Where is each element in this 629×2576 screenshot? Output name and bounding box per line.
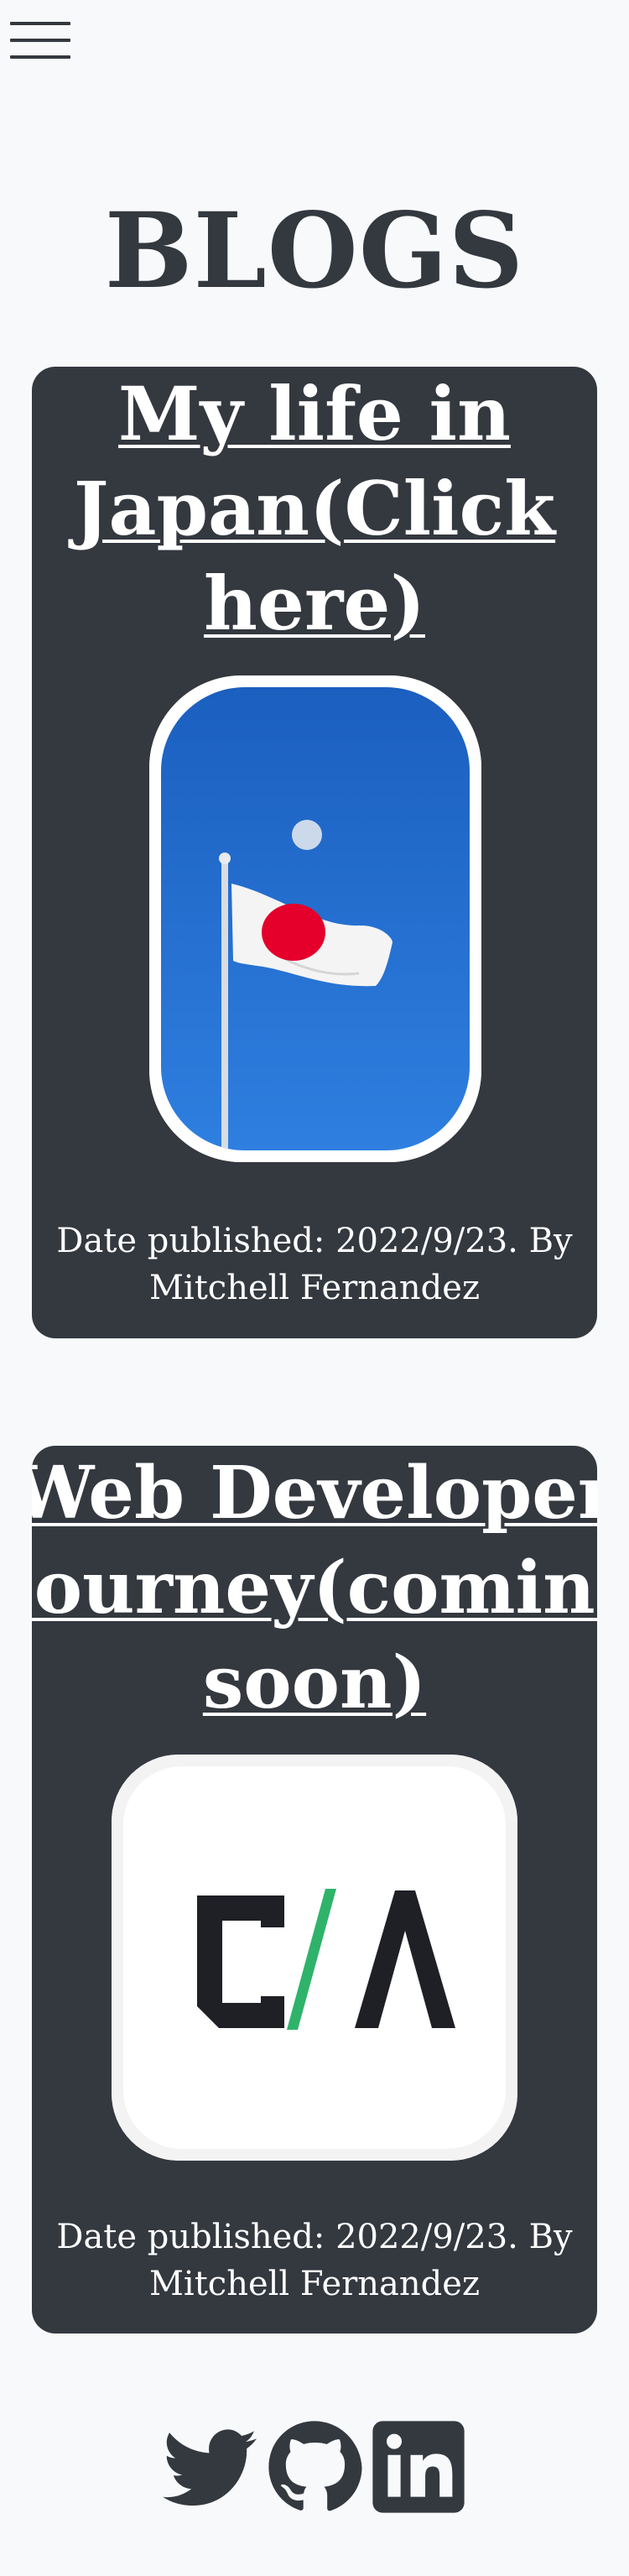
publish-date: Date published: 2022/9/23. By [56, 2218, 573, 2256]
twitter-icon [163, 2429, 257, 2506]
publish-author: Mitchell Fernandez [148, 2265, 481, 2303]
social-links [0, 2417, 629, 2517]
flag-red-circle-shape [262, 904, 325, 961]
blog-publish-info: Date published: 2022/9/23. By Mitchell F… [32, 1218, 597, 1311]
blog-image-japan-flag [149, 675, 481, 1162]
linkedin-link[interactable] [371, 2419, 466, 2515]
blog-title-link[interactable]: Web Developer Journey(coming soon) [32, 1446, 597, 1730]
blog-title-line: here) [204, 560, 425, 647]
publish-date: Date published: 2022/9/23. By [56, 1222, 573, 1260]
hamburger-line [10, 39, 70, 42]
hamburger-line [10, 22, 70, 25]
blog-image-ca-logo [112, 1755, 517, 2161]
blog-publish-info: Date published: 2022/9/23. By Mitchell F… [32, 2214, 597, 2307]
japan-flag-photo [149, 675, 481, 1162]
flagpole-shape [221, 860, 228, 1150]
blog-title-line: Journey(coming [32, 1546, 597, 1630]
blog-card-japan: My life in Japan(Click here) Date publis… [32, 367, 597, 1338]
github-link[interactable] [267, 2419, 362, 2515]
ca-logo-icon [112, 1755, 517, 2161]
publish-author: Mitchell Fernandez [148, 1269, 481, 1307]
hamburger-line [10, 55, 70, 59]
page-title: BLOGS [104, 190, 525, 312]
linkedin-icon [372, 2421, 465, 2513]
blog-title-line: Japan(Click [73, 465, 556, 552]
blog-title-line: Web Developer [32, 1451, 597, 1536]
moon-shape [292, 820, 322, 850]
blog-title-line: soon) [202, 1640, 427, 1725]
blog-title-line: My life in [118, 370, 511, 457]
blog-title-link[interactable]: My life in Japan(Click here) [32, 367, 597, 651]
twitter-link[interactable] [163, 2419, 258, 2515]
blog-card-web-dev: Web Developer Journey(coming soon) Date … [32, 1446, 597, 2334]
hamburger-menu-icon[interactable] [10, 22, 72, 60]
github-icon [268, 2421, 362, 2511]
